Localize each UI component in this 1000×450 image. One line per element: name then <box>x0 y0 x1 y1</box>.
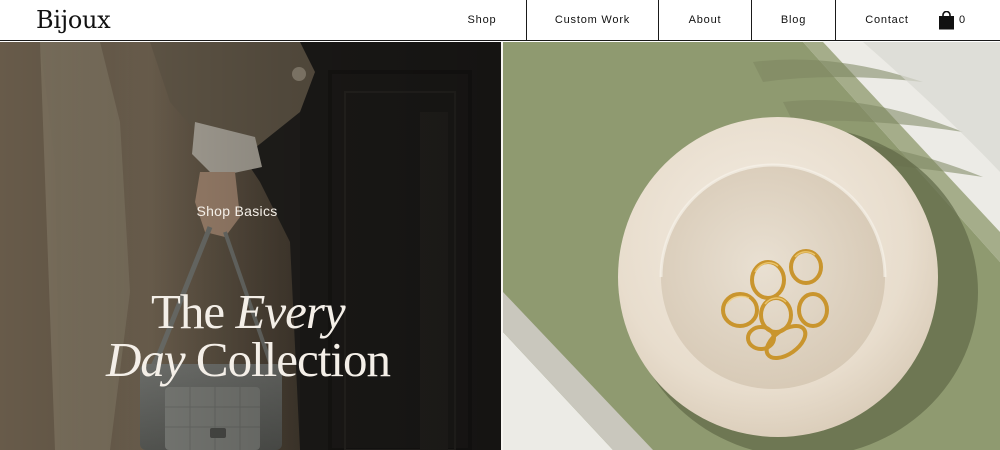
hero-headline-regular: Collection <box>184 332 391 387</box>
hero-left-panel: Shop Basics The Every Day Collection <box>0 42 501 450</box>
jewelry-dish-image <box>503 42 1000 450</box>
hero-headline-regular: The <box>151 284 236 339</box>
hero-headline-italic: Every <box>235 284 345 339</box>
hero-headline-italic: Day <box>106 332 186 387</box>
hero-headline-line1: The Every <box>151 284 346 339</box>
nav-item-about[interactable]: About <box>659 0 751 41</box>
hero-eyebrow-link[interactable]: Shop Basics <box>137 203 337 219</box>
nav-item-shop[interactable]: Shop <box>440 0 524 41</box>
cart-count: 0 <box>959 14 966 26</box>
nav-item-custom-work[interactable]: Custom Work <box>527 0 658 41</box>
site-header: Bijoux Shop Custom Work About Blog Conta… <box>0 0 1000 41</box>
nav-item-blog[interactable]: Blog <box>752 0 835 41</box>
hero-text-block: Shop Basics The Every Day Collection <box>0 42 501 450</box>
main-nav: Shop Custom Work About Blog Contact 0 <box>0 0 1000 41</box>
shopping-bag-icon <box>939 11 954 30</box>
cart-button[interactable]: 0 <box>930 0 990 41</box>
hero-headline-line2: Day Collection <box>106 332 391 387</box>
nav-item-contact[interactable]: Contact <box>836 0 938 41</box>
hero-right-panel <box>503 42 1000 450</box>
